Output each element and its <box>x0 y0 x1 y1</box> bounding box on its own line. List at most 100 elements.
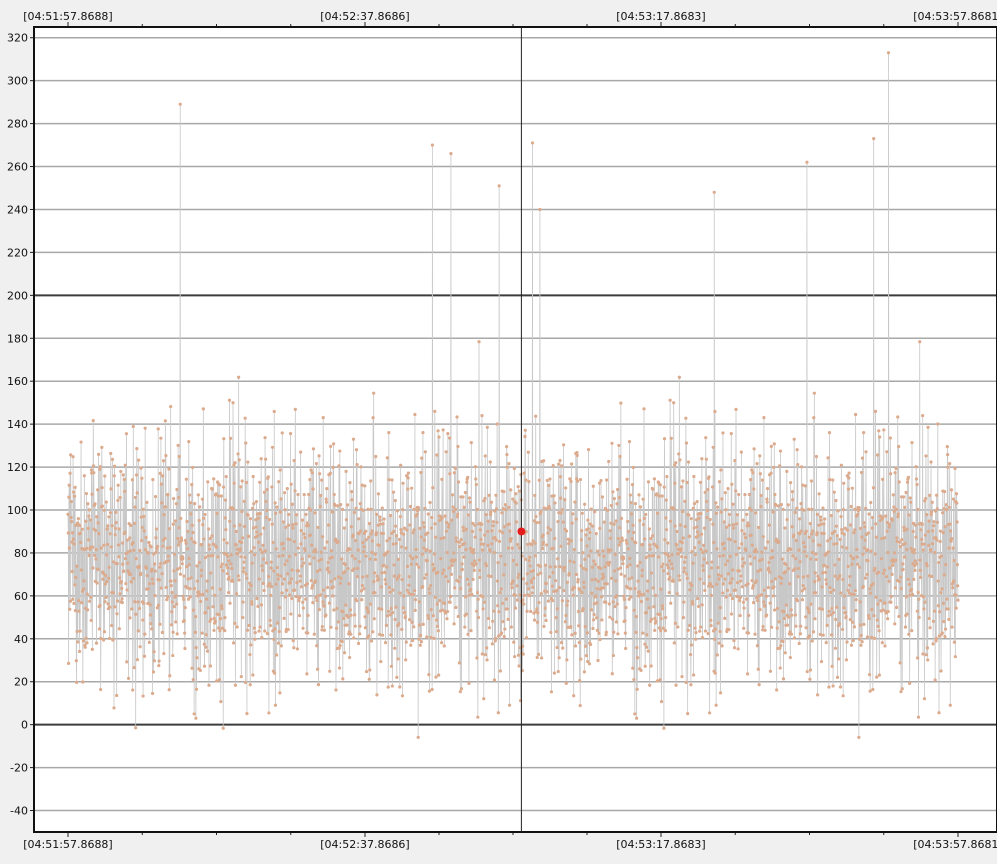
data-point <box>935 538 939 542</box>
data-point <box>657 626 662 630</box>
data-point <box>651 586 655 590</box>
data-point <box>443 514 447 518</box>
data-point <box>370 539 375 543</box>
data-point <box>274 547 278 551</box>
data-point <box>181 594 185 599</box>
data-point <box>86 538 91 542</box>
data-point <box>415 562 419 566</box>
data-point <box>562 565 567 569</box>
data-point <box>819 518 823 522</box>
data-point <box>158 565 162 569</box>
data-point <box>307 554 311 558</box>
data-point <box>494 507 499 511</box>
data-point <box>73 485 77 489</box>
data-point <box>708 517 712 522</box>
data-point <box>939 590 943 595</box>
data-point <box>445 550 449 555</box>
data-point <box>590 578 594 582</box>
data-point <box>944 563 948 567</box>
data-point <box>447 522 451 526</box>
data-point <box>340 639 344 644</box>
data-point <box>826 539 830 543</box>
data-point <box>344 469 348 473</box>
data-point <box>701 550 705 554</box>
data-point <box>833 646 838 650</box>
data-point <box>94 557 98 561</box>
data-point <box>753 556 757 560</box>
data-point <box>82 587 86 591</box>
data-point <box>189 537 194 541</box>
data-point <box>280 582 285 586</box>
data-point <box>254 525 258 529</box>
data-point <box>732 646 737 650</box>
data-point <box>147 640 151 645</box>
data-point <box>853 589 857 593</box>
data-point <box>667 554 671 559</box>
data-point <box>857 735 861 739</box>
data-point <box>425 559 429 563</box>
data-point <box>318 504 322 509</box>
data-point <box>550 584 554 588</box>
data-point <box>867 673 872 677</box>
data-point <box>925 646 930 650</box>
data-point <box>560 464 564 468</box>
data-point <box>812 391 816 395</box>
data-point <box>480 652 484 656</box>
data-point <box>261 557 266 561</box>
data-point <box>633 587 637 591</box>
data-point <box>95 515 99 519</box>
data-point <box>713 637 717 641</box>
data-point <box>706 487 710 492</box>
data-point <box>168 546 172 550</box>
data-point <box>747 492 751 497</box>
data-point <box>770 549 774 553</box>
data-point <box>88 518 93 522</box>
data-point <box>486 616 491 621</box>
data-point <box>77 609 81 613</box>
data-point <box>166 595 170 599</box>
data-point <box>667 591 671 595</box>
data-point <box>483 496 487 501</box>
data-point <box>309 578 313 583</box>
data-point <box>516 484 520 489</box>
data-point <box>296 492 300 497</box>
data-point <box>318 493 323 498</box>
selected-data-point[interactable] <box>517 527 526 536</box>
data-point <box>559 511 563 515</box>
data-point <box>887 525 891 529</box>
data-point <box>318 568 322 572</box>
data-point <box>384 623 389 627</box>
data-point <box>117 527 121 531</box>
data-point <box>640 543 645 547</box>
data-point <box>205 649 210 653</box>
chart-container[interactable]: -40 -20 0 20 40 60 80 100 120 140 160 180 200 220 240 2… <box>0 0 997 864</box>
data-point <box>198 505 202 509</box>
data-point <box>151 478 155 482</box>
data-point <box>608 529 612 533</box>
data-point <box>474 482 478 487</box>
data-point <box>179 516 183 520</box>
data-point <box>339 576 343 580</box>
data-point <box>186 529 190 534</box>
data-point <box>396 557 400 561</box>
data-point <box>811 630 816 634</box>
chart-svg[interactable]: -40-200204060801001201401601802002202402… <box>0 0 997 864</box>
data-point <box>839 515 843 519</box>
data-point <box>819 522 823 526</box>
data-point <box>261 543 265 548</box>
data-point <box>832 529 837 534</box>
data-point <box>170 610 174 614</box>
data-point <box>145 574 149 578</box>
data-point <box>773 577 778 581</box>
data-point <box>202 642 206 646</box>
data-point <box>600 618 604 622</box>
data-point <box>592 559 596 563</box>
data-point <box>532 618 537 622</box>
data-point <box>596 579 600 584</box>
data-point <box>490 642 494 646</box>
data-point <box>858 600 862 604</box>
data-point <box>270 485 274 489</box>
data-point <box>635 687 639 691</box>
data-point <box>628 493 632 497</box>
data-point <box>480 548 485 552</box>
